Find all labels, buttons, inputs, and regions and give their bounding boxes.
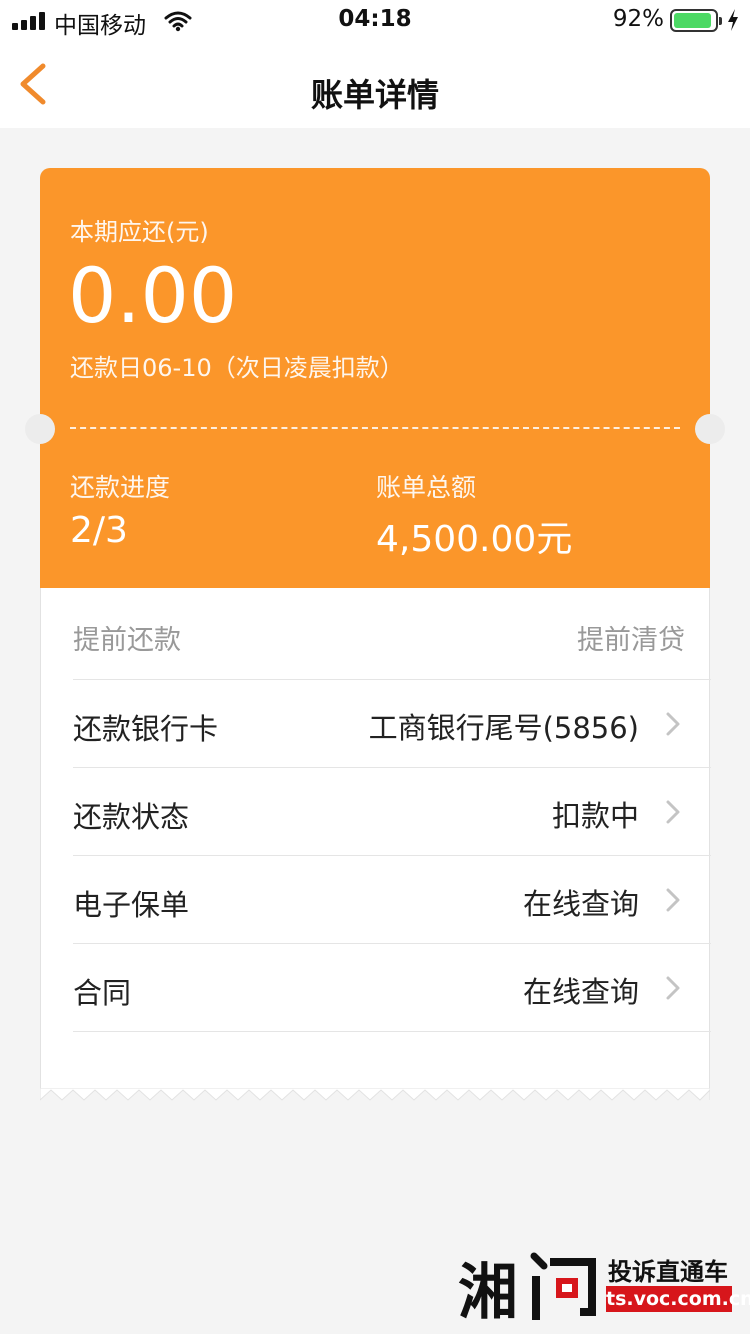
battery-icon bbox=[670, 9, 722, 32]
bill-details-card: 提前还款 提前清贷 还款银行卡 工商银行尾号(5856) 还款状态 扣款中 电子… bbox=[40, 588, 711, 1090]
row-label: 还款银行卡 bbox=[73, 712, 219, 746]
progress-label: 还款进度 bbox=[70, 473, 171, 502]
nav-bar: 账单详情 bbox=[0, 40, 750, 128]
dashed-divider bbox=[70, 427, 680, 429]
watermark-logo: 湘 bbox=[458, 1240, 604, 1328]
prepay-button[interactable]: 提前还款 bbox=[73, 618, 181, 657]
row-bank-card[interactable]: 还款银行卡 工商银行尾号(5856) bbox=[73, 680, 711, 768]
due-label: 本期应还(元) bbox=[70, 218, 209, 246]
row-payment-status[interactable]: 还款状态 扣款中 bbox=[73, 768, 711, 856]
charging-bolt-icon bbox=[728, 9, 738, 31]
ticket-notch-right bbox=[695, 414, 725, 444]
row-value: 在线查询 bbox=[522, 887, 639, 921]
due-amount: 0.00 bbox=[68, 251, 238, 340]
row-value: 扣款中 bbox=[551, 799, 639, 833]
prepay-row: 提前还款 提前清贷 bbox=[73, 588, 711, 680]
ticket-notch-left bbox=[25, 414, 55, 444]
chevron-right-icon bbox=[666, 888, 680, 912]
watermark-title: 投诉直通车 bbox=[608, 1258, 728, 1286]
status-bar: 中国移动 04:18 92% bbox=[0, 0, 750, 40]
watermark-url: ts.voc.com.cn bbox=[606, 1286, 750, 1312]
row-contract[interactable]: 合同 在线查询 bbox=[73, 944, 711, 1032]
due-date: 还款日06-10（次日凌晨扣款） bbox=[70, 354, 404, 382]
bill-summary-card: 本期应还(元) 0.00 还款日06-10（次日凌晨扣款） 还款进度 2/3 账… bbox=[25, 168, 725, 588]
row-label: 电子保单 bbox=[73, 888, 190, 922]
total-label: 账单总额 bbox=[376, 473, 477, 502]
progress-value: 2/3 bbox=[70, 510, 128, 551]
row-value: 工商银行尾号(5856) bbox=[368, 711, 639, 745]
chevron-right-icon bbox=[666, 800, 680, 824]
receipt-zigzag-edge bbox=[40, 1088, 710, 1101]
row-e-policy[interactable]: 电子保单 在线查询 bbox=[73, 856, 711, 944]
payoff-button[interactable]: 提前清贷 bbox=[577, 618, 685, 657]
chevron-right-icon bbox=[666, 712, 680, 736]
total-value: 4,500.00元 bbox=[376, 519, 573, 560]
watermark: 湘 投诉直通车 ts.voc.com.cn bbox=[458, 1240, 750, 1328]
chevron-right-icon bbox=[666, 976, 680, 1000]
battery-percent: 92% bbox=[612, 6, 664, 32]
row-label: 还款状态 bbox=[73, 800, 190, 834]
page-title: 账单详情 bbox=[310, 76, 439, 114]
row-value: 在线查询 bbox=[522, 975, 639, 1009]
row-label: 合同 bbox=[73, 976, 132, 1010]
